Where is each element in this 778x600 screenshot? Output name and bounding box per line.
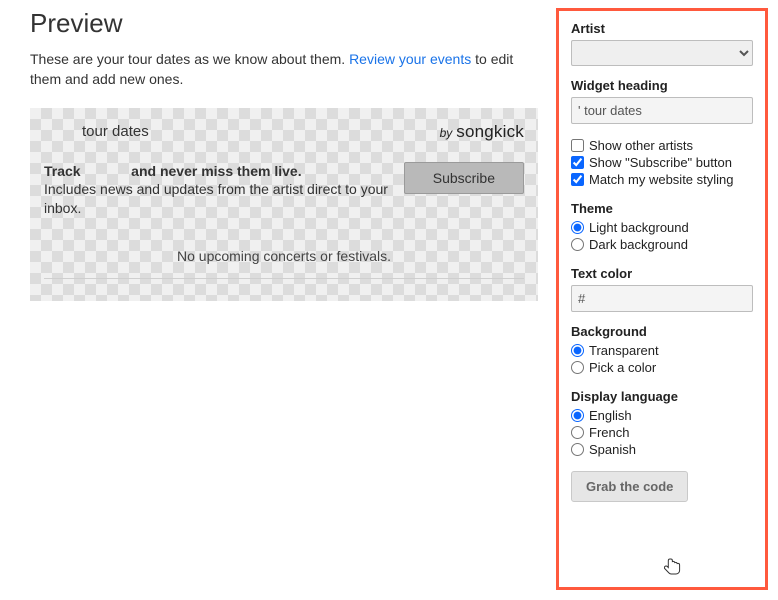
- widget-heading-input[interactable]: [571, 97, 753, 124]
- grab-code-button[interactable]: Grab the code: [571, 471, 688, 502]
- songkick-attribution: by songkick: [440, 122, 524, 142]
- background-field: Background Transparent Pick a color: [571, 324, 753, 377]
- widget-heading-field: Widget heading: [571, 78, 753, 124]
- lang-en-label: English: [589, 408, 632, 423]
- widget-preview: tour dates by songkick Track and never m…: [30, 108, 538, 302]
- lang-es-row[interactable]: Spanish: [571, 442, 753, 457]
- match-styling-label: Match my website styling: [589, 172, 734, 187]
- lang-en-radio[interactable]: [571, 409, 584, 422]
- text-color-field: Text color: [571, 266, 753, 312]
- checkbox-group: Show other artists Show "Subscribe" butt…: [571, 136, 753, 189]
- show-other-artists-row[interactable]: Show other artists: [571, 138, 753, 153]
- show-subscribe-checkbox[interactable]: [571, 156, 584, 169]
- theme-dark-row[interactable]: Dark background: [571, 237, 753, 252]
- lang-fr-row[interactable]: French: [571, 425, 753, 440]
- by-prefix: by: [440, 126, 453, 140]
- show-other-artists-label: Show other artists: [589, 138, 693, 153]
- language-label: Display language: [571, 389, 753, 404]
- theme-dark-label: Dark background: [589, 237, 688, 252]
- settings-panel: Artist Widget heading Show other artists…: [556, 8, 768, 590]
- show-subscribe-row[interactable]: Show "Subscribe" button: [571, 155, 753, 170]
- text-color-label: Text color: [571, 266, 753, 281]
- preview-desc-before: These are your tour dates as we know abo…: [30, 51, 349, 67]
- artist-label: Artist: [571, 21, 753, 36]
- lang-es-radio[interactable]: [571, 443, 584, 456]
- theme-light-radio[interactable]: [571, 221, 584, 234]
- track-subtext: Includes news and updates from the artis…: [44, 181, 388, 216]
- preview-description: These are your tour dates as we know abo…: [30, 49, 538, 90]
- review-events-link[interactable]: Review your events: [349, 51, 471, 67]
- bg-pick-radio[interactable]: [571, 361, 584, 374]
- track-prefix: Track: [44, 163, 81, 179]
- theme-field: Theme Light background Dark background: [571, 201, 753, 254]
- bg-pick-label: Pick a color: [589, 360, 656, 375]
- widget-header: tour dates by songkick: [44, 118, 524, 156]
- songkick-logo: songkick: [456, 122, 524, 142]
- subscribe-text: Track and never miss them live. Includes…: [44, 162, 392, 219]
- lang-fr-label: French: [589, 425, 629, 440]
- subscribe-button[interactable]: Subscribe: [404, 162, 524, 194]
- theme-dark-radio[interactable]: [571, 238, 584, 251]
- text-color-input[interactable]: [571, 285, 753, 312]
- divider: [44, 278, 524, 279]
- widget-heading-label: Widget heading: [571, 78, 753, 93]
- lang-en-row[interactable]: English: [571, 408, 753, 423]
- artist-select[interactable]: [571, 40, 753, 66]
- match-styling-checkbox[interactable]: [571, 173, 584, 186]
- background-label: Background: [571, 324, 753, 339]
- theme-label: Theme: [571, 201, 753, 216]
- track-suffix: and never miss them live.: [131, 163, 301, 179]
- lang-fr-radio[interactable]: [571, 426, 584, 439]
- subscribe-row: Track and never miss them live. Includes…: [44, 156, 524, 231]
- bg-transparent-label: Transparent: [589, 343, 659, 358]
- theme-light-label: Light background: [589, 220, 689, 235]
- widget-title: tour dates: [44, 123, 149, 140]
- preview-panel: Preview These are your tour dates as we …: [30, 8, 538, 590]
- theme-light-row[interactable]: Light background: [571, 220, 753, 235]
- preview-title: Preview: [30, 8, 538, 39]
- artist-field: Artist: [571, 21, 753, 66]
- bg-pick-row[interactable]: Pick a color: [571, 360, 753, 375]
- no-events-text: No upcoming concerts or festivals.: [44, 230, 524, 272]
- show-subscribe-label: Show "Subscribe" button: [589, 155, 732, 170]
- bg-transparent-row[interactable]: Transparent: [571, 343, 753, 358]
- pointer-cursor-icon: [664, 558, 682, 583]
- show-other-artists-checkbox[interactable]: [571, 139, 584, 152]
- language-field: Display language English French Spanish: [571, 389, 753, 459]
- bg-transparent-radio[interactable]: [571, 344, 584, 357]
- lang-es-label: Spanish: [589, 442, 636, 457]
- match-styling-row[interactable]: Match my website styling: [571, 172, 753, 187]
